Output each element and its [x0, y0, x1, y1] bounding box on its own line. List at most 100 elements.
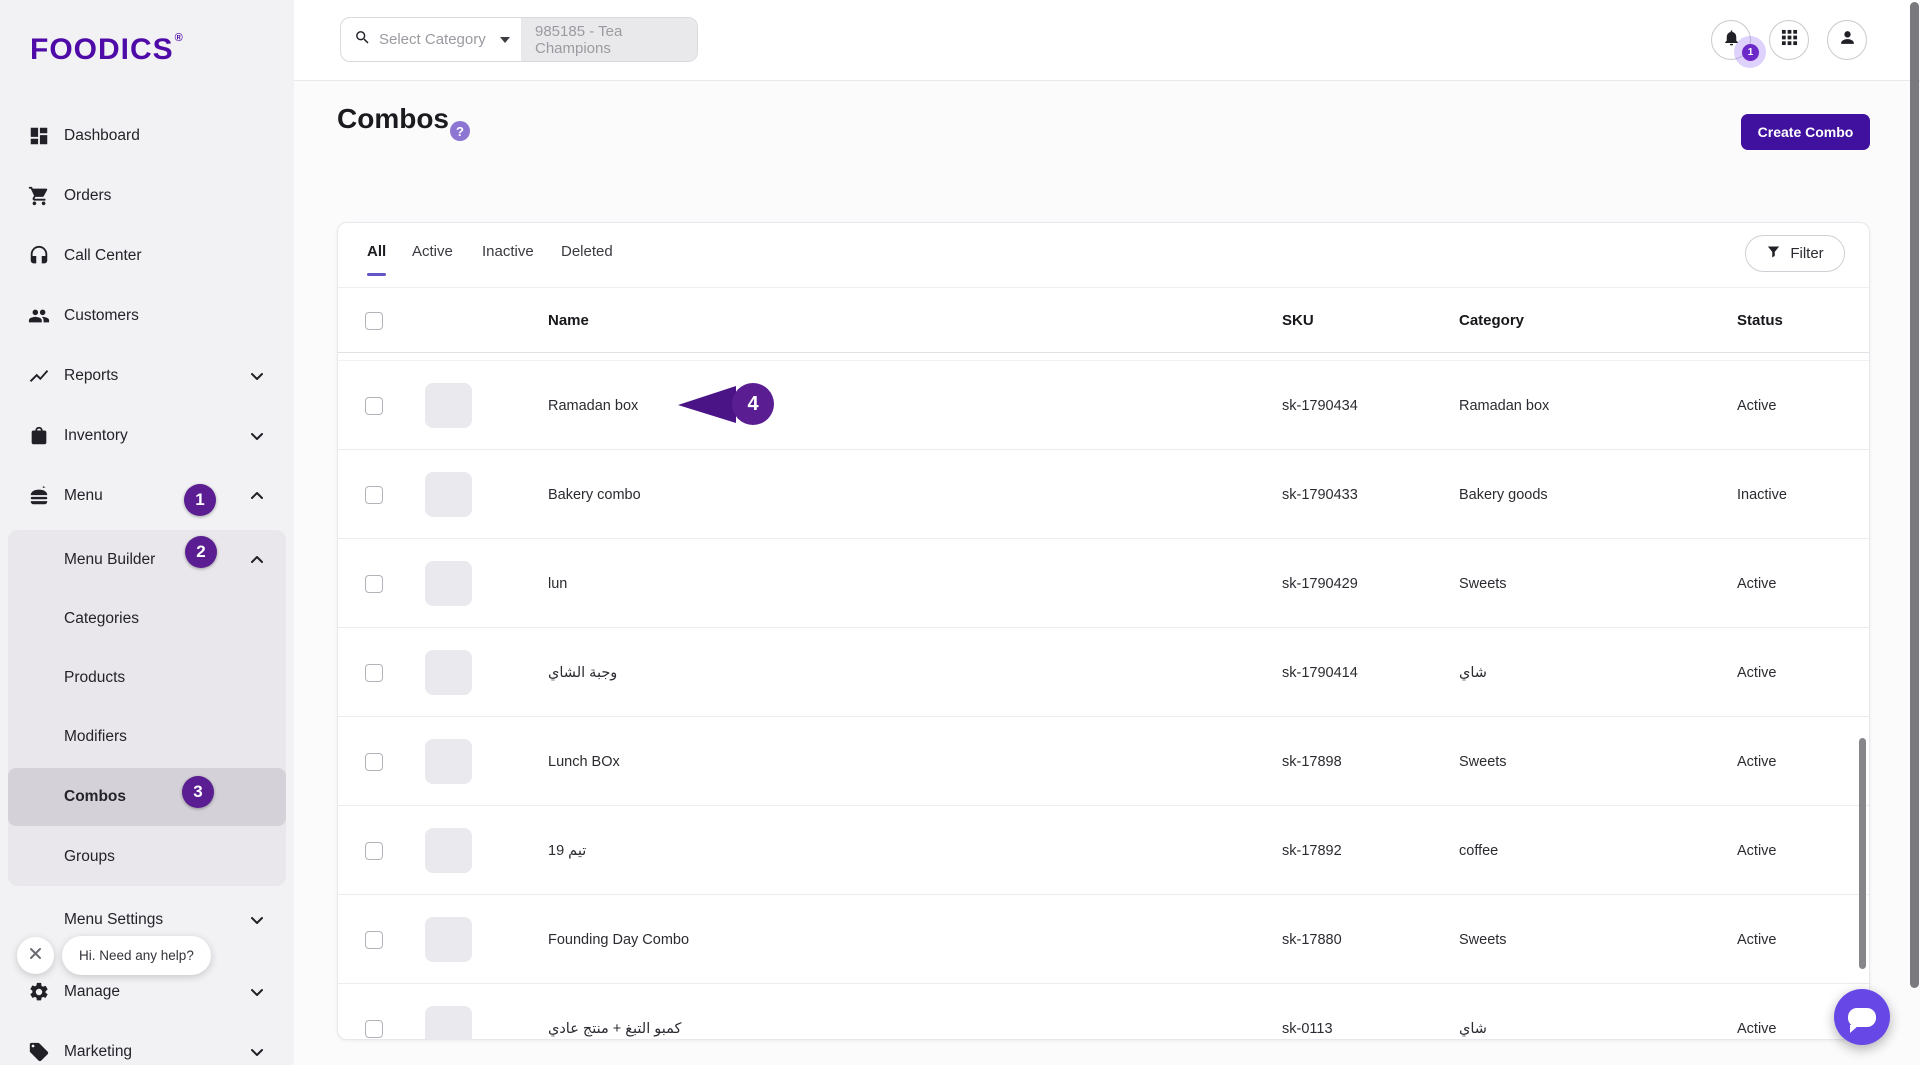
- combo-category: Sweets: [1459, 717, 1507, 806]
- sidebar-item-inventory[interactable]: Inventory: [0, 406, 294, 466]
- table-row[interactable]: وجبة الشاي sk-1790414 شاي Active: [338, 627, 1869, 716]
- row-checkbox[interactable]: [365, 1020, 383, 1038]
- combo-name[interactable]: Bakery combo: [548, 450, 641, 539]
- filter-button[interactable]: Filter: [1745, 235, 1845, 272]
- person-icon: [1838, 28, 1857, 52]
- sidebar-item-groups[interactable]: Groups: [8, 827, 286, 886]
- tag-icon: [28, 1041, 50, 1063]
- sidebar-item-dashboard[interactable]: Dashboard: [0, 106, 294, 166]
- combo-name[interactable]: lun: [548, 539, 567, 628]
- combo-name[interactable]: Lunch BOx: [548, 717, 620, 806]
- tab-all[interactable]: All: [367, 223, 386, 279]
- combo-name[interactable]: وجبة الشاي: [548, 628, 617, 717]
- branch-search-value: 985185 - Tea Champions: [535, 23, 697, 57]
- sidebar-item-label: Inventory: [64, 427, 128, 445]
- combo-category: Sweets: [1459, 895, 1507, 984]
- combo-name[interactable]: كمبو التبغ + منتج عادي: [548, 984, 681, 1040]
- help-icon[interactable]: ?: [450, 121, 470, 141]
- sidebar-item-products[interactable]: Products: [8, 648, 286, 707]
- combo-image-placeholder: [425, 650, 472, 695]
- chevron-down-icon: [250, 369, 264, 383]
- combo-status: Active: [1737, 539, 1777, 628]
- branch-search-control: Select Category 985185 - Tea Champions: [340, 17, 698, 62]
- select-all-checkbox[interactable]: [365, 312, 383, 330]
- chevron-up-icon: [250, 553, 264, 567]
- menu-food-icon: [28, 485, 50, 507]
- combo-status: Active: [1737, 806, 1777, 895]
- combos-table-card: All Active Inactive Deleted Filter Name …: [337, 222, 1870, 1040]
- topbar: Select Category 985185 - Tea Champions 1: [294, 0, 1920, 81]
- table-row[interactable]: Lunch BOx sk-17898 Sweets Active: [338, 716, 1869, 805]
- sidebar-item-marketing[interactable]: Marketing: [0, 1022, 294, 1065]
- tab-inactive[interactable]: Inactive: [482, 223, 534, 279]
- combo-sku: sk-1790429: [1282, 539, 1358, 628]
- table-row[interactable]: Ramadan box sk-1790434 Ramadan box Activ…: [338, 360, 1869, 449]
- combo-status: Active: [1737, 361, 1777, 450]
- branch-search-input[interactable]: 985185 - Tea Champions: [521, 18, 697, 61]
- chat-help-tooltip: Hi. Need any help?: [62, 936, 211, 975]
- combo-image-placeholder: [425, 828, 472, 873]
- row-checkbox[interactable]: [365, 842, 383, 860]
- create-combo-button[interactable]: Create Combo: [1741, 114, 1870, 150]
- combo-sku: sk-0113: [1282, 984, 1333, 1040]
- chevron-up-icon: [250, 489, 264, 503]
- sidebar-item-label: Menu: [64, 487, 103, 505]
- combo-status: Inactive: [1737, 450, 1787, 539]
- people-icon: [28, 305, 50, 327]
- table-row[interactable]: Founding Day Combo sk-17880 Sweets Activ…: [338, 894, 1869, 983]
- combo-category: شاي: [1459, 984, 1487, 1040]
- combo-name[interactable]: تيم 19: [548, 806, 586, 895]
- step-annotation-arrow-4: 4: [676, 381, 772, 427]
- close-help-tooltip-button[interactable]: [17, 937, 54, 974]
- sidebar-item-label: Modifiers: [64, 728, 127, 746]
- sidebar-item-orders[interactable]: Orders: [0, 166, 294, 226]
- row-checkbox[interactable]: [365, 753, 383, 771]
- search-icon: [354, 29, 371, 51]
- row-checkbox[interactable]: [365, 664, 383, 682]
- foodics-logo: FOODICS®: [30, 32, 184, 67]
- row-checkbox[interactable]: [365, 931, 383, 949]
- sidebar-item-menu-builder[interactable]: Menu Builder: [8, 530, 286, 589]
- caret-down-icon: [500, 37, 510, 43]
- sidebar-item-call-center[interactable]: Call Center: [0, 226, 294, 286]
- combo-image-placeholder: [425, 1006, 472, 1040]
- category-select[interactable]: Select Category: [341, 18, 521, 61]
- table-row[interactable]: Bakery combo sk-1790433 Bakery goods Ina…: [338, 449, 1869, 538]
- sidebar-item-label: Manage: [64, 983, 120, 1001]
- table-row[interactable]: تيم 19 sk-17892 coffee Active: [338, 805, 1869, 894]
- sidebar-item-customers[interactable]: Customers: [0, 286, 294, 346]
- sidebar-item-combos[interactable]: Combos: [8, 768, 286, 826]
- gear-icon: [28, 981, 50, 1003]
- dashboard-icon: [28, 125, 50, 147]
- chevron-down-icon: [250, 1045, 264, 1059]
- funnel-icon: [1766, 244, 1781, 263]
- combo-name[interactable]: Ramadan box: [548, 361, 638, 450]
- apps-button[interactable]: [1769, 20, 1809, 60]
- table-scrollbar-thumb[interactable]: [1859, 738, 1866, 969]
- step-badge-4: 4: [732, 383, 774, 425]
- chat-launcher-button[interactable]: [1834, 989, 1890, 1045]
- sidebar-item-menu[interactable]: Menu: [0, 466, 294, 526]
- sidebar-item-reports[interactable]: Reports: [0, 346, 294, 406]
- tab-active[interactable]: Active: [412, 223, 453, 279]
- page-scrollbar-thumb[interactable]: [1910, 2, 1919, 988]
- bag-icon: [28, 425, 50, 447]
- sidebar-item-modifiers[interactable]: Modifiers: [8, 707, 286, 766]
- sidebar-item-label: Groups: [64, 848, 115, 866]
- combo-category: coffee: [1459, 806, 1498, 895]
- sidebar-item-categories[interactable]: Categories: [8, 589, 286, 648]
- row-checkbox[interactable]: [365, 575, 383, 593]
- account-button[interactable]: [1827, 20, 1867, 60]
- combo-name[interactable]: Founding Day Combo: [548, 895, 689, 984]
- combo-status: Active: [1737, 895, 1777, 984]
- row-checkbox[interactable]: [365, 397, 383, 415]
- combo-image-placeholder: [425, 472, 472, 517]
- chevron-down-icon: [250, 429, 264, 443]
- sidebar-item-label: Menu Builder: [64, 551, 155, 569]
- sidebar-item-label: Customers: [64, 307, 139, 325]
- table-row[interactable]: كمبو التبغ + منتج عادي sk-0113 شاي Activ…: [338, 983, 1869, 1040]
- status-tabs: All Active Inactive Deleted Filter: [338, 223, 1869, 288]
- table-row[interactable]: lun sk-1790429 Sweets Active: [338, 538, 1869, 627]
- tab-deleted[interactable]: Deleted: [561, 223, 613, 279]
- row-checkbox[interactable]: [365, 486, 383, 504]
